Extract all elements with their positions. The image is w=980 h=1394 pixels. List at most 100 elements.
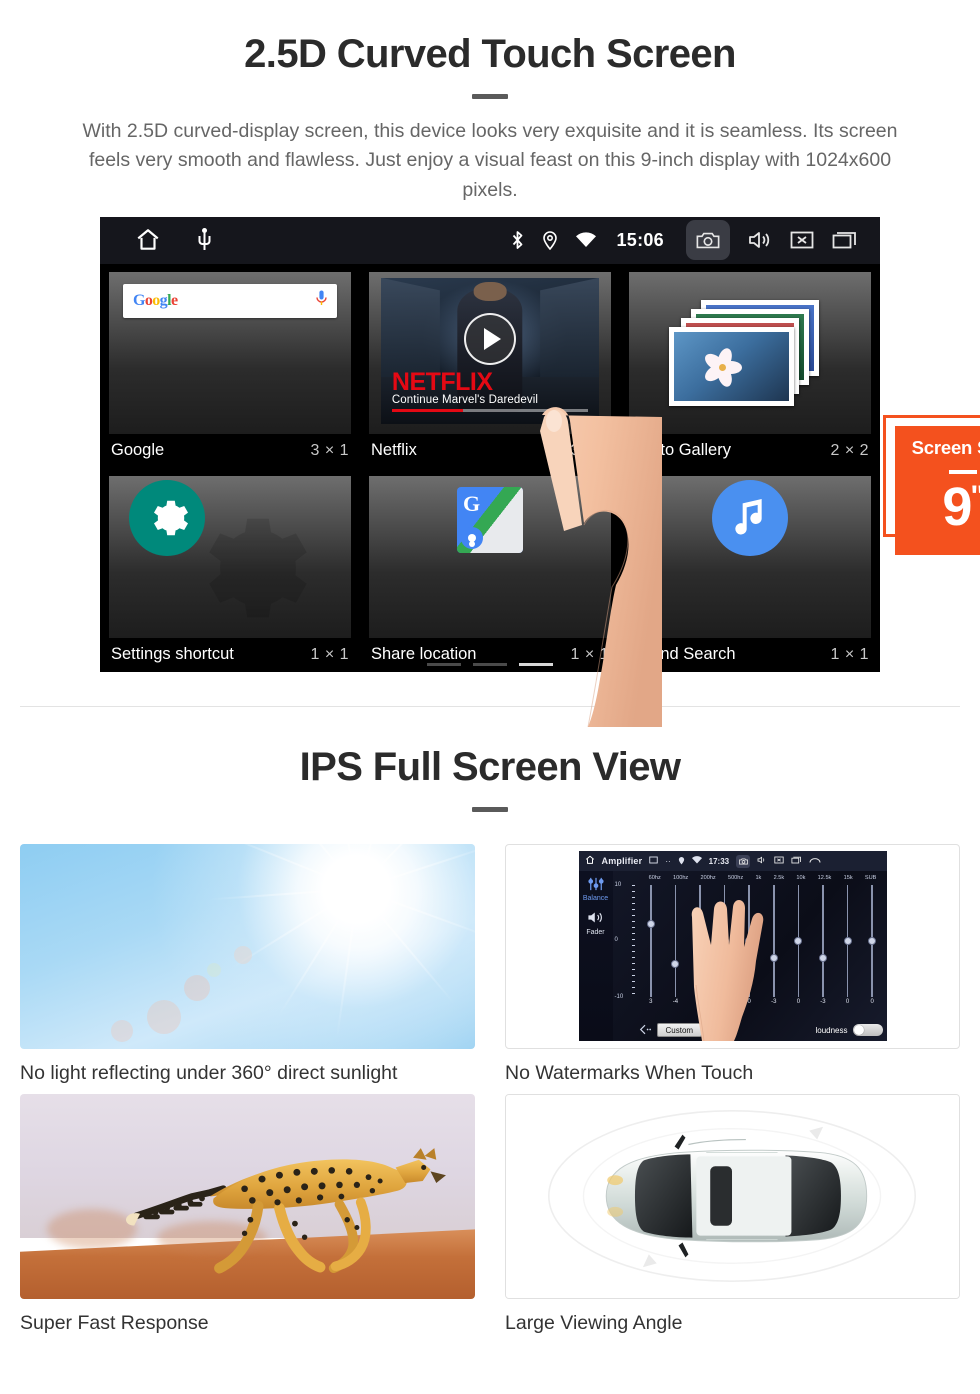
home-icon[interactable] (134, 227, 162, 253)
title-underline (472, 94, 508, 99)
widget-settings-shortcut[interactable]: Settings shortcut 1 × 1 (100, 468, 360, 672)
slider-knob[interactable] (818, 954, 827, 963)
band-label: 60hz (648, 875, 661, 882)
status-clock: 15:06 (616, 229, 664, 250)
car-top-view-image (506, 1095, 959, 1299)
widget-size: 3 × 1 (310, 441, 349, 459)
amplifier-title: Amplifier (601, 856, 643, 867)
cheetah-silhouette (125, 1148, 446, 1274)
google-search-widget[interactable]: Google (109, 271, 351, 434)
band-label: 500hz (727, 875, 744, 882)
page-indicator[interactable] (427, 662, 553, 666)
music-note-icon[interactable] (712, 479, 788, 556)
play-icon[interactable] (464, 313, 516, 366)
badge-divider (948, 469, 977, 474)
gear-icon[interactable] (129, 479, 205, 556)
widget-size: 1 × 1 (570, 645, 609, 663)
widget-label: Netflix (371, 441, 417, 460)
eq-slider-15k[interactable] (841, 885, 855, 998)
widget-label: Settings shortcut (111, 645, 234, 664)
eq-slider-12.5k[interactable] (816, 885, 830, 998)
card-sunlight: No light reflecting under 360° direct su… (20, 843, 475, 1086)
loudness-toggle[interactable] (852, 1024, 883, 1037)
page-title: 2.5D Curved Touch Screen (244, 32, 736, 76)
more-icon: ·· (665, 856, 671, 866)
page-dot[interactable] (473, 662, 507, 666)
recent-apps-icon[interactable] (791, 856, 802, 866)
widget-netflix[interactable]: NETFLIX Continue Marvel's Daredevil Netf… (360, 264, 620, 468)
volume-icon[interactable] (757, 856, 767, 866)
widget-label: Sound Search (631, 645, 736, 664)
netflix-widget[interactable]: NETFLIX Continue Marvel's Daredevil (369, 271, 611, 434)
recent-apps-icon[interactable] (832, 230, 858, 250)
camera-icon[interactable] (686, 220, 730, 261)
widget-size: 3 × 2 (570, 441, 609, 459)
widget-label: Google (111, 441, 165, 460)
eq-slider-60hz[interactable] (644, 885, 658, 998)
eq-value: 3 (649, 999, 653, 1006)
progress-bar (391, 409, 589, 413)
settings-widget[interactable] (109, 475, 351, 638)
widget-photo-gallery[interactable]: Photo Gallery 2 × 2 (620, 264, 880, 468)
widget-google[interactable]: Google Google 3 × 1 (100, 264, 360, 468)
sound-search-widget[interactable] (629, 475, 871, 638)
status-bar: 15:06 (100, 216, 880, 264)
close-box-icon[interactable] (774, 856, 784, 866)
section-divider (20, 705, 960, 707)
slider-knob[interactable] (646, 920, 655, 929)
chevron-left-icon[interactable] (639, 1024, 651, 1037)
card-caption: No Watermarks When Touch (505, 1061, 754, 1084)
volume-icon[interactable] (748, 230, 772, 250)
slider-knob[interactable] (671, 959, 680, 968)
android-head-unit-screenshot: 15:06 Google Google 3 × 1 NETFLIX Contin… (100, 216, 980, 727)
photo-gallery-widget[interactable] (629, 271, 871, 434)
balance-label[interactable]: Balance (583, 895, 608, 902)
widget-sound-search[interactable]: Sound Search 1 × 1 (620, 468, 880, 672)
speaker-icon[interactable] (587, 910, 604, 927)
bluetooth-icon (511, 230, 524, 250)
card-amplifier: Amplifier ·· 17:33 Balance Fader 60hz 10… (505, 843, 960, 1086)
widget-share-location[interactable]: G Share location 1 × 1 (360, 468, 620, 672)
blue-sky-sun-flare-image (20, 843, 475, 1049)
eq-slider-100hz[interactable] (668, 885, 682, 998)
sliders-icon[interactable] (587, 877, 604, 893)
slider-track (773, 885, 775, 998)
slider-knob[interactable] (843, 937, 852, 946)
page-dot-active[interactable] (519, 662, 553, 666)
band-label: 200hz (700, 875, 716, 882)
ips-full-screen-view-section: IPS Full Screen View No light reflecting… (0, 707, 980, 1337)
slider-knob[interactable] (794, 937, 803, 946)
search-input[interactable]: Google (123, 283, 337, 318)
card-caption: Large Viewing Angle (505, 1312, 683, 1335)
eq-slider-10k[interactable] (791, 885, 805, 998)
location-icon (678, 856, 685, 867)
netflix-brand: NETFLIX (391, 367, 493, 396)
microphone-icon[interactable] (316, 290, 327, 311)
touching-hand-illustration (691, 900, 763, 1042)
amplifier-status-bar: Amplifier ·· 17:33 (578, 851, 887, 872)
wifi-icon (691, 856, 702, 866)
google-maps-icon[interactable]: G (457, 486, 523, 553)
home-icon[interactable] (585, 855, 595, 867)
widget-label: Share location (371, 645, 477, 664)
eq-value: 0 (796, 999, 801, 1006)
usb-icon[interactable] (196, 228, 213, 252)
fader-label[interactable]: Fader (586, 929, 604, 936)
band-label: 100hz (672, 875, 689, 882)
loudness-label: loudness (815, 1025, 848, 1035)
slider-knob[interactable] (769, 954, 778, 963)
card-image (20, 843, 475, 1049)
widget-row-2: Settings shortcut 1 × 1 G Share location… (100, 468, 880, 672)
eq-slider-sub[interactable] (865, 885, 879, 998)
scale-label: 0 (614, 937, 618, 944)
share-location-widget[interactable]: G (369, 475, 611, 638)
back-icon[interactable] (809, 856, 821, 866)
camera-icon[interactable] (736, 854, 751, 868)
page-dot[interactable] (427, 662, 461, 666)
eq-value: -4 (672, 999, 679, 1006)
card-caption: Super Fast Response (20, 1312, 209, 1335)
slider-track (650, 885, 652, 998)
slider-knob[interactable] (868, 937, 877, 946)
slider-track (822, 885, 824, 998)
close-box-icon[interactable] (790, 230, 814, 250)
